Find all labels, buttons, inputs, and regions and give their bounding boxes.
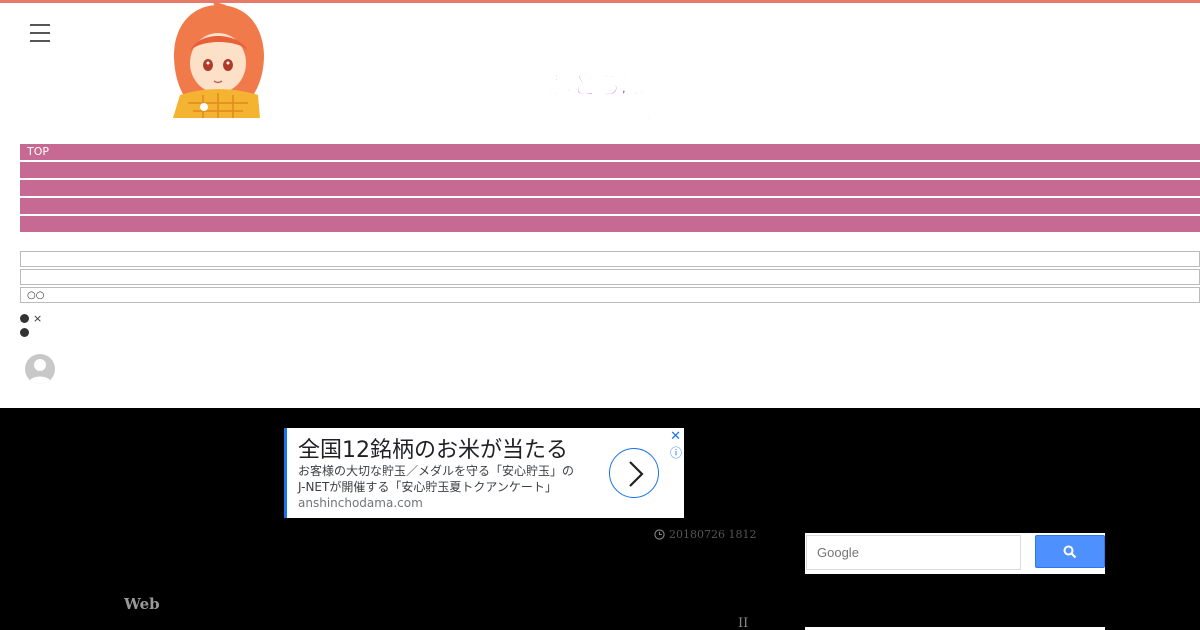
ad-body-line: お客様の大切な貯玉／メダルを守る「安心貯玉」の: [298, 464, 575, 478]
nav-item[interactable]: [20, 162, 1200, 178]
mascot-illustration: [173, 3, 264, 118]
nav-item[interactable]: [20, 180, 1200, 196]
box-item[interactable]: [20, 269, 1200, 285]
box-item[interactable]: ○○: [20, 287, 1200, 303]
ad-info-icon[interactable]: ⓘ: [670, 444, 682, 461]
search-button[interactable]: [1035, 535, 1105, 568]
ad-close-icon[interactable]: ✕: [670, 429, 681, 444]
netorabo-enta-logo: ねとらぼ エンタ: [548, 71, 655, 128]
section-label: Web: [124, 595, 160, 613]
search-input[interactable]: [806, 535, 1021, 570]
ad-body-line: J-NETが開催する「安心貯玉夏トクアンケート」: [298, 480, 557, 494]
nav-item-top[interactable]: TOP: [20, 144, 1200, 160]
ad-body: お客様の大切な貯玉／メダルを守る「安心貯玉」の J-NETが開催する「安心貯玉夏…: [298, 463, 608, 495]
box-item[interactable]: [20, 251, 1200, 267]
bullet-dot-icon: [20, 327, 29, 337]
ad-url[interactable]: anshinchodama.com: [298, 496, 423, 510]
timestamp-text: 20180726 1812: [669, 528, 757, 541]
clock-icon: [654, 529, 665, 540]
svg-text:ねとらぼ: ねとらぼ: [548, 71, 646, 100]
avatar[interactable]: [25, 354, 55, 384]
nav-item[interactable]: [20, 198, 1200, 214]
bullet-item: ×: [20, 311, 42, 325]
bullet-dot-icon: [20, 313, 29, 323]
nav-item[interactable]: [20, 216, 1200, 232]
ad-arrow-button[interactable]: [609, 448, 659, 498]
chevron-right-icon: [629, 461, 644, 487]
box-list: ○○: [20, 251, 1200, 305]
bullet-list: ×: [20, 311, 42, 339]
ad-banner[interactable]: 全国12銘柄のお米が当たる お客様の大切な貯玉／メダルを守る「安心貯玉」の J-…: [284, 428, 684, 518]
user-silhouette-icon: [28, 359, 52, 384]
svg-text:エンタ: エンタ: [592, 103, 654, 127]
bullet-text: ×: [33, 311, 43, 325]
google-search-box: [805, 533, 1105, 574]
search-icon: [1063, 545, 1077, 558]
hamburger-menu-icon[interactable]: [30, 24, 50, 43]
bullet-item: [20, 325, 42, 339]
section-mark: II: [738, 616, 749, 630]
main-nav: TOP: [20, 144, 1200, 234]
ad-headline[interactable]: 全国12銘柄のお米が当たる: [298, 432, 568, 464]
publish-timestamp: 20180726 1812: [654, 528, 756, 541]
